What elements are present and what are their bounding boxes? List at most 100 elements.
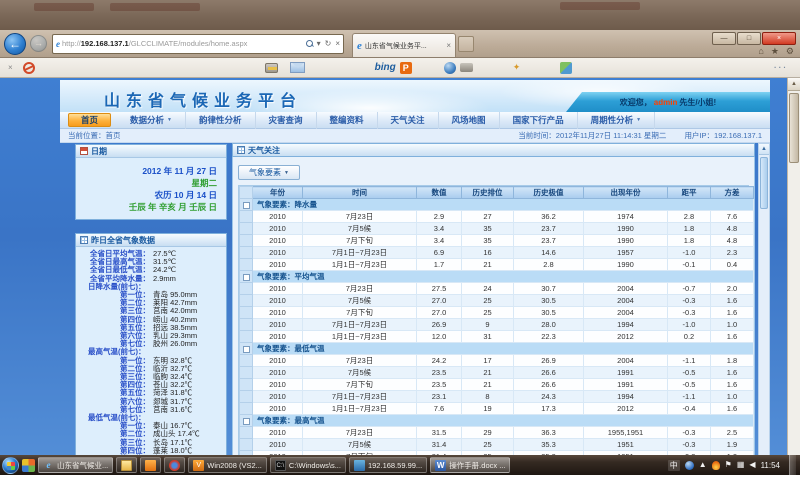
date-line: 星期二 xyxy=(76,177,217,189)
taskbar-button-label: 192.168.59.99... xyxy=(368,461,422,470)
search-icon[interactable] xyxy=(306,40,313,47)
taskbar-button[interactable] xyxy=(164,457,185,473)
tab-close-icon[interactable]: × xyxy=(446,41,451,50)
network-icon[interactable]: ▦ xyxy=(737,460,745,470)
nav-item-8[interactable]: 国家下行产品 xyxy=(500,112,578,129)
nav-item-label: 风场地图 xyxy=(452,112,486,129)
taskbar-button[interactable]: 192.168.59.99... xyxy=(349,457,427,473)
more-options-icon[interactable]: ··· xyxy=(774,63,788,72)
group-row: 气象要素：最低气温 xyxy=(240,343,754,355)
start-button[interactable] xyxy=(2,457,19,474)
blocked-icon[interactable] xyxy=(23,62,35,74)
addon-puzzle-icon[interactable] xyxy=(560,62,572,74)
taskbar-button[interactable] xyxy=(116,457,137,473)
cell: 7月下旬 xyxy=(303,235,417,247)
group-row: 气象要素：最高气温 xyxy=(240,415,754,427)
nav-item-4[interactable]: 灾害查询 xyxy=(256,112,317,129)
welcome-username: admin xyxy=(654,98,678,107)
cell: 1957 xyxy=(584,247,668,259)
back-button[interactable]: ← xyxy=(4,33,26,55)
weather-panel-header: 昨日全省气象数据 xyxy=(76,234,226,247)
checkbox[interactable] xyxy=(243,202,250,209)
cell: -1.0 xyxy=(668,247,711,259)
camera-icon[interactable] xyxy=(460,63,473,72)
content-scroll-thumb[interactable] xyxy=(760,157,768,209)
new-tab-button[interactable] xyxy=(458,36,474,52)
cell: 2004 xyxy=(584,295,668,307)
browser-tab[interactable]: e 山东省气候业务平... × xyxy=(352,33,456,57)
group-row: 气象要素：降水量 xyxy=(240,199,754,211)
row-checkbox-cell xyxy=(240,427,253,439)
tray-expand-icon[interactable]: ▲ xyxy=(699,460,707,470)
forward-button[interactable]: → xyxy=(30,35,47,52)
p-badge-icon[interactable]: P xyxy=(400,62,412,74)
taskbar-button[interactable]: VWin2008 (VS2... xyxy=(188,457,267,473)
tools-gear-icon[interactable]: ⚙ xyxy=(786,46,794,57)
ime-indicator[interactable]: 中 xyxy=(668,460,680,471)
bing-logo[interactable]: bing xyxy=(375,62,396,73)
table-row: 20101月1日~7月23日1.7212.81990-0.10.4 xyxy=(240,259,754,271)
rdp-icon xyxy=(354,460,365,471)
dropdown-icon[interactable]: ▾ xyxy=(317,39,321,48)
cell: 2010 xyxy=(253,367,303,379)
taskbar-button[interactable]: C:\C:\Windows\s... xyxy=(270,457,346,473)
content-area: 日期 2012 年 11 月 27 日星期二农历 10 月 14 日壬辰 年 辛… xyxy=(60,143,770,475)
favorites-star-icon[interactable]: ★ xyxy=(771,46,779,57)
nav-item-6[interactable]: 天气关注 xyxy=(378,112,439,129)
weather-stat-value: 胶州 26.0mm xyxy=(153,340,197,348)
cell: 7.6 xyxy=(711,211,754,223)
cell: 0.4 xyxy=(711,259,754,271)
checkbox[interactable] xyxy=(243,418,250,425)
cell: 2010 xyxy=(253,331,303,343)
taskbar-button[interactable] xyxy=(140,457,161,473)
date-panel-body: 2012 年 11 月 27 日星期二农历 10 月 14 日壬辰 年 辛亥 月… xyxy=(76,158,226,213)
taskbar-button[interactable]: e山东省气候业... xyxy=(38,457,113,473)
date-line: 2012 年 11 月 27 日 xyxy=(76,165,217,177)
cell: 2010 xyxy=(253,307,303,319)
nav-item-7[interactable]: 风场地图 xyxy=(439,112,500,129)
cell: 30.5 xyxy=(514,307,584,319)
cell: 21 xyxy=(462,259,514,271)
speaker-icon[interactable]: ◀ xyxy=(749,460,755,470)
address-bar[interactable]: e http://192.168.137.1/GLCCLIMATE/module… xyxy=(52,34,344,54)
show-desktop-button[interactable] xyxy=(789,455,796,475)
cell: -0.5 xyxy=(668,379,711,391)
cell: 4.8 xyxy=(711,235,754,247)
content-scrollbar[interactable]: ▲ xyxy=(758,143,770,475)
nav-item-2[interactable]: 数据分析▼ xyxy=(117,112,186,129)
taskbar-button[interactable]: W操作手册.docx ... xyxy=(430,457,510,473)
browser-scrollbar[interactable]: ▲ xyxy=(787,78,800,455)
stop-icon[interactable]: × xyxy=(335,39,340,48)
taskbar-clock[interactable]: 11:54 xyxy=(761,461,780,470)
sparkle-icon[interactable]: ✦ xyxy=(513,62,521,73)
home-icon[interactable]: ⌂ xyxy=(758,46,763,57)
mail-icon[interactable] xyxy=(290,62,305,73)
close-button[interactable]: × xyxy=(762,32,796,45)
folder-icon xyxy=(121,460,132,471)
tray-app-icon[interactable] xyxy=(685,461,694,470)
browser-scroll-thumb[interactable] xyxy=(789,93,799,163)
nav-item-9[interactable]: 周期性分析▼ xyxy=(578,112,655,129)
globe-icon[interactable] xyxy=(444,62,456,74)
checkbox[interactable] xyxy=(243,274,250,281)
nav-item-1[interactable]: 首页 xyxy=(68,113,111,127)
cell: 2010 xyxy=(253,247,303,259)
wallet-icon[interactable] xyxy=(265,63,278,73)
group-checkbox-cell xyxy=(240,199,253,211)
pinned-app-icon[interactable] xyxy=(22,459,35,472)
scroll-up-icon[interactable]: ▲ xyxy=(759,144,769,155)
browser-scroll-up-icon[interactable]: ▲ xyxy=(788,78,800,91)
cell: 17.3 xyxy=(514,403,584,415)
tray-flame-icon[interactable] xyxy=(712,461,720,470)
refresh-icon[interactable]: ↻ xyxy=(325,39,332,48)
minimize-button[interactable]: — xyxy=(712,32,736,45)
toolbar-close-icon[interactable]: × xyxy=(8,63,13,72)
nav-item-3[interactable]: 韵律性分析 xyxy=(186,112,256,129)
chevron-down-icon: ▼ xyxy=(284,170,289,176)
cell: 3.4 xyxy=(417,235,462,247)
checkbox[interactable] xyxy=(243,346,250,353)
maximize-button[interactable]: □ xyxy=(737,32,761,45)
nav-item-5[interactable]: 整编资料 xyxy=(317,112,378,129)
element-filter-button[interactable]: 气象要素 ▼ xyxy=(238,165,300,180)
action-center-flag-icon[interactable]: ⚑ xyxy=(725,460,732,470)
